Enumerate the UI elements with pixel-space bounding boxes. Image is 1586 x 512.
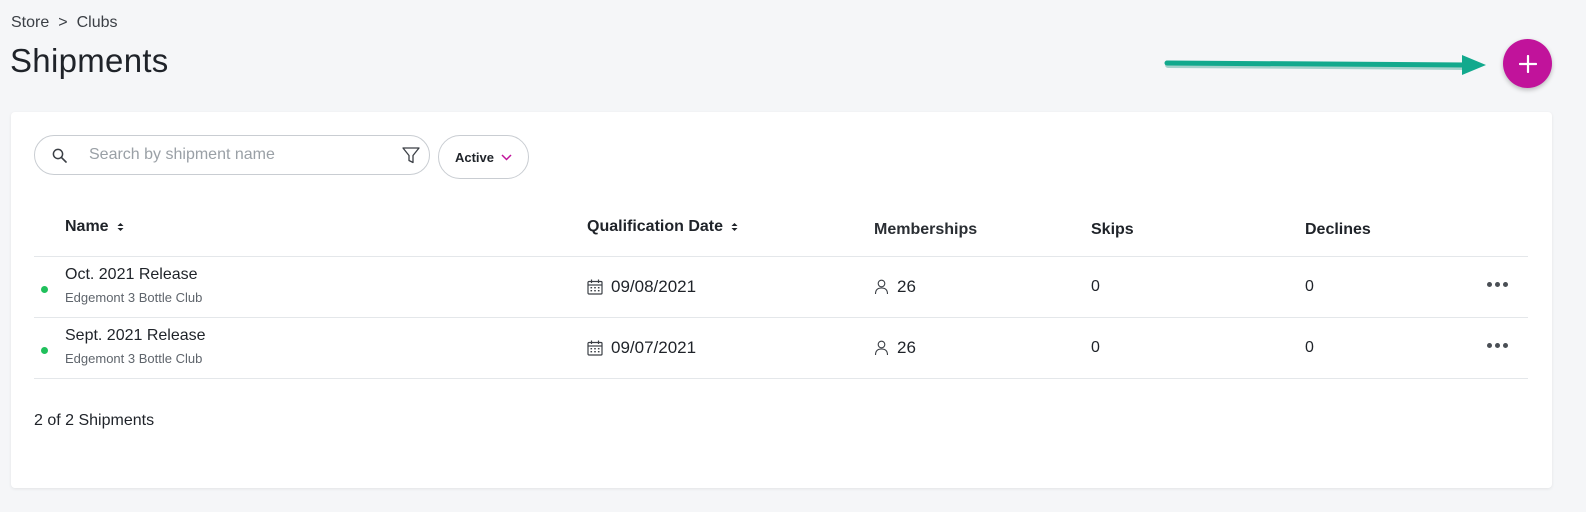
table-header: Name Qualification Date Memberships Skip… [34,202,1528,257]
memberships-count: 26 [897,277,916,296]
column-header-qualification-date[interactable]: Qualification Date [587,218,738,236]
breadcrumb-separator: > [58,14,68,31]
more-options-icon[interactable] [1487,343,1508,348]
calendar-icon [587,340,603,356]
column-header-skips-label: Skips [1091,221,1134,238]
column-header-memberships: Memberships [874,221,977,239]
status-filter-dropdown[interactable]: Active [438,135,529,179]
search-input[interactable] [89,142,379,168]
shipment-name-cell: Sept. 2021 Release Edgemont 3 Bottle Clu… [65,327,206,366]
results-count: 2 of 2 Shipments [34,412,155,429]
shipments-table: Name Qualification Date Memberships Skip… [34,202,1528,379]
memberships-cell: 26 [874,338,916,358]
shipments-card: Active Name Qualification Date M [11,112,1552,488]
table-row[interactable]: Oct. 2021 Release Edgemont 3 Bottle Club… [34,257,1528,318]
sort-icon [731,223,738,231]
breadcrumb-store[interactable]: Store [11,14,49,32]
column-header-declines-label: Declines [1305,221,1371,238]
column-header-declines: Declines [1305,221,1371,239]
status-dot [41,286,48,293]
skips-count: 0 [1091,278,1100,295]
filter-icon[interactable] [402,147,420,164]
status-dot [41,347,48,354]
shipment-name[interactable]: Oct. 2021 Release [65,266,202,284]
skips-count: 0 [1091,339,1100,356]
qualification-date: 09/08/2021 [611,277,697,296]
breadcrumb-clubs[interactable]: Clubs [77,14,118,32]
qualification-date-cell: 09/07/2021 [587,338,696,358]
declines-count: 0 [1305,278,1314,295]
search-box [34,135,430,175]
sort-icon [117,223,124,231]
column-header-name-label: Name [65,218,109,235]
chevron-down-icon [501,153,512,161]
qualification-date-cell: 09/08/2021 [587,277,696,297]
declines-count: 0 [1305,339,1314,356]
column-header-qualification-date-label: Qualification Date [587,218,724,235]
column-header-name[interactable]: Name [65,218,124,236]
status-filter-value: Active [454,149,495,165]
column-header-memberships-label: Memberships [874,221,978,238]
add-shipment-button[interactable] [1503,39,1552,88]
plus-icon [1518,54,1537,73]
search-icon [52,148,67,163]
page-title: Shipments [10,42,169,79]
shipment-name[interactable]: Sept. 2021 Release [65,327,206,345]
column-header-skips: Skips [1091,221,1134,239]
calendar-icon [587,279,603,295]
shipment-club: Edgemont 3 Bottle Club [65,351,203,366]
person-icon [874,340,889,356]
memberships-cell: 26 [874,277,916,297]
table-row[interactable]: Sept. 2021 Release Edgemont 3 Bottle Clu… [34,318,1528,379]
arrow-annotation-icon [1164,55,1486,75]
qualification-date: 09/07/2021 [611,338,697,357]
breadcrumb: Store > Clubs [11,14,118,32]
person-icon [874,279,889,295]
shipment-name-cell: Oct. 2021 Release Edgemont 3 Bottle Club [65,266,202,305]
more-options-icon[interactable] [1487,282,1508,287]
memberships-count: 26 [897,338,916,357]
shipment-club: Edgemont 3 Bottle Club [65,290,203,305]
